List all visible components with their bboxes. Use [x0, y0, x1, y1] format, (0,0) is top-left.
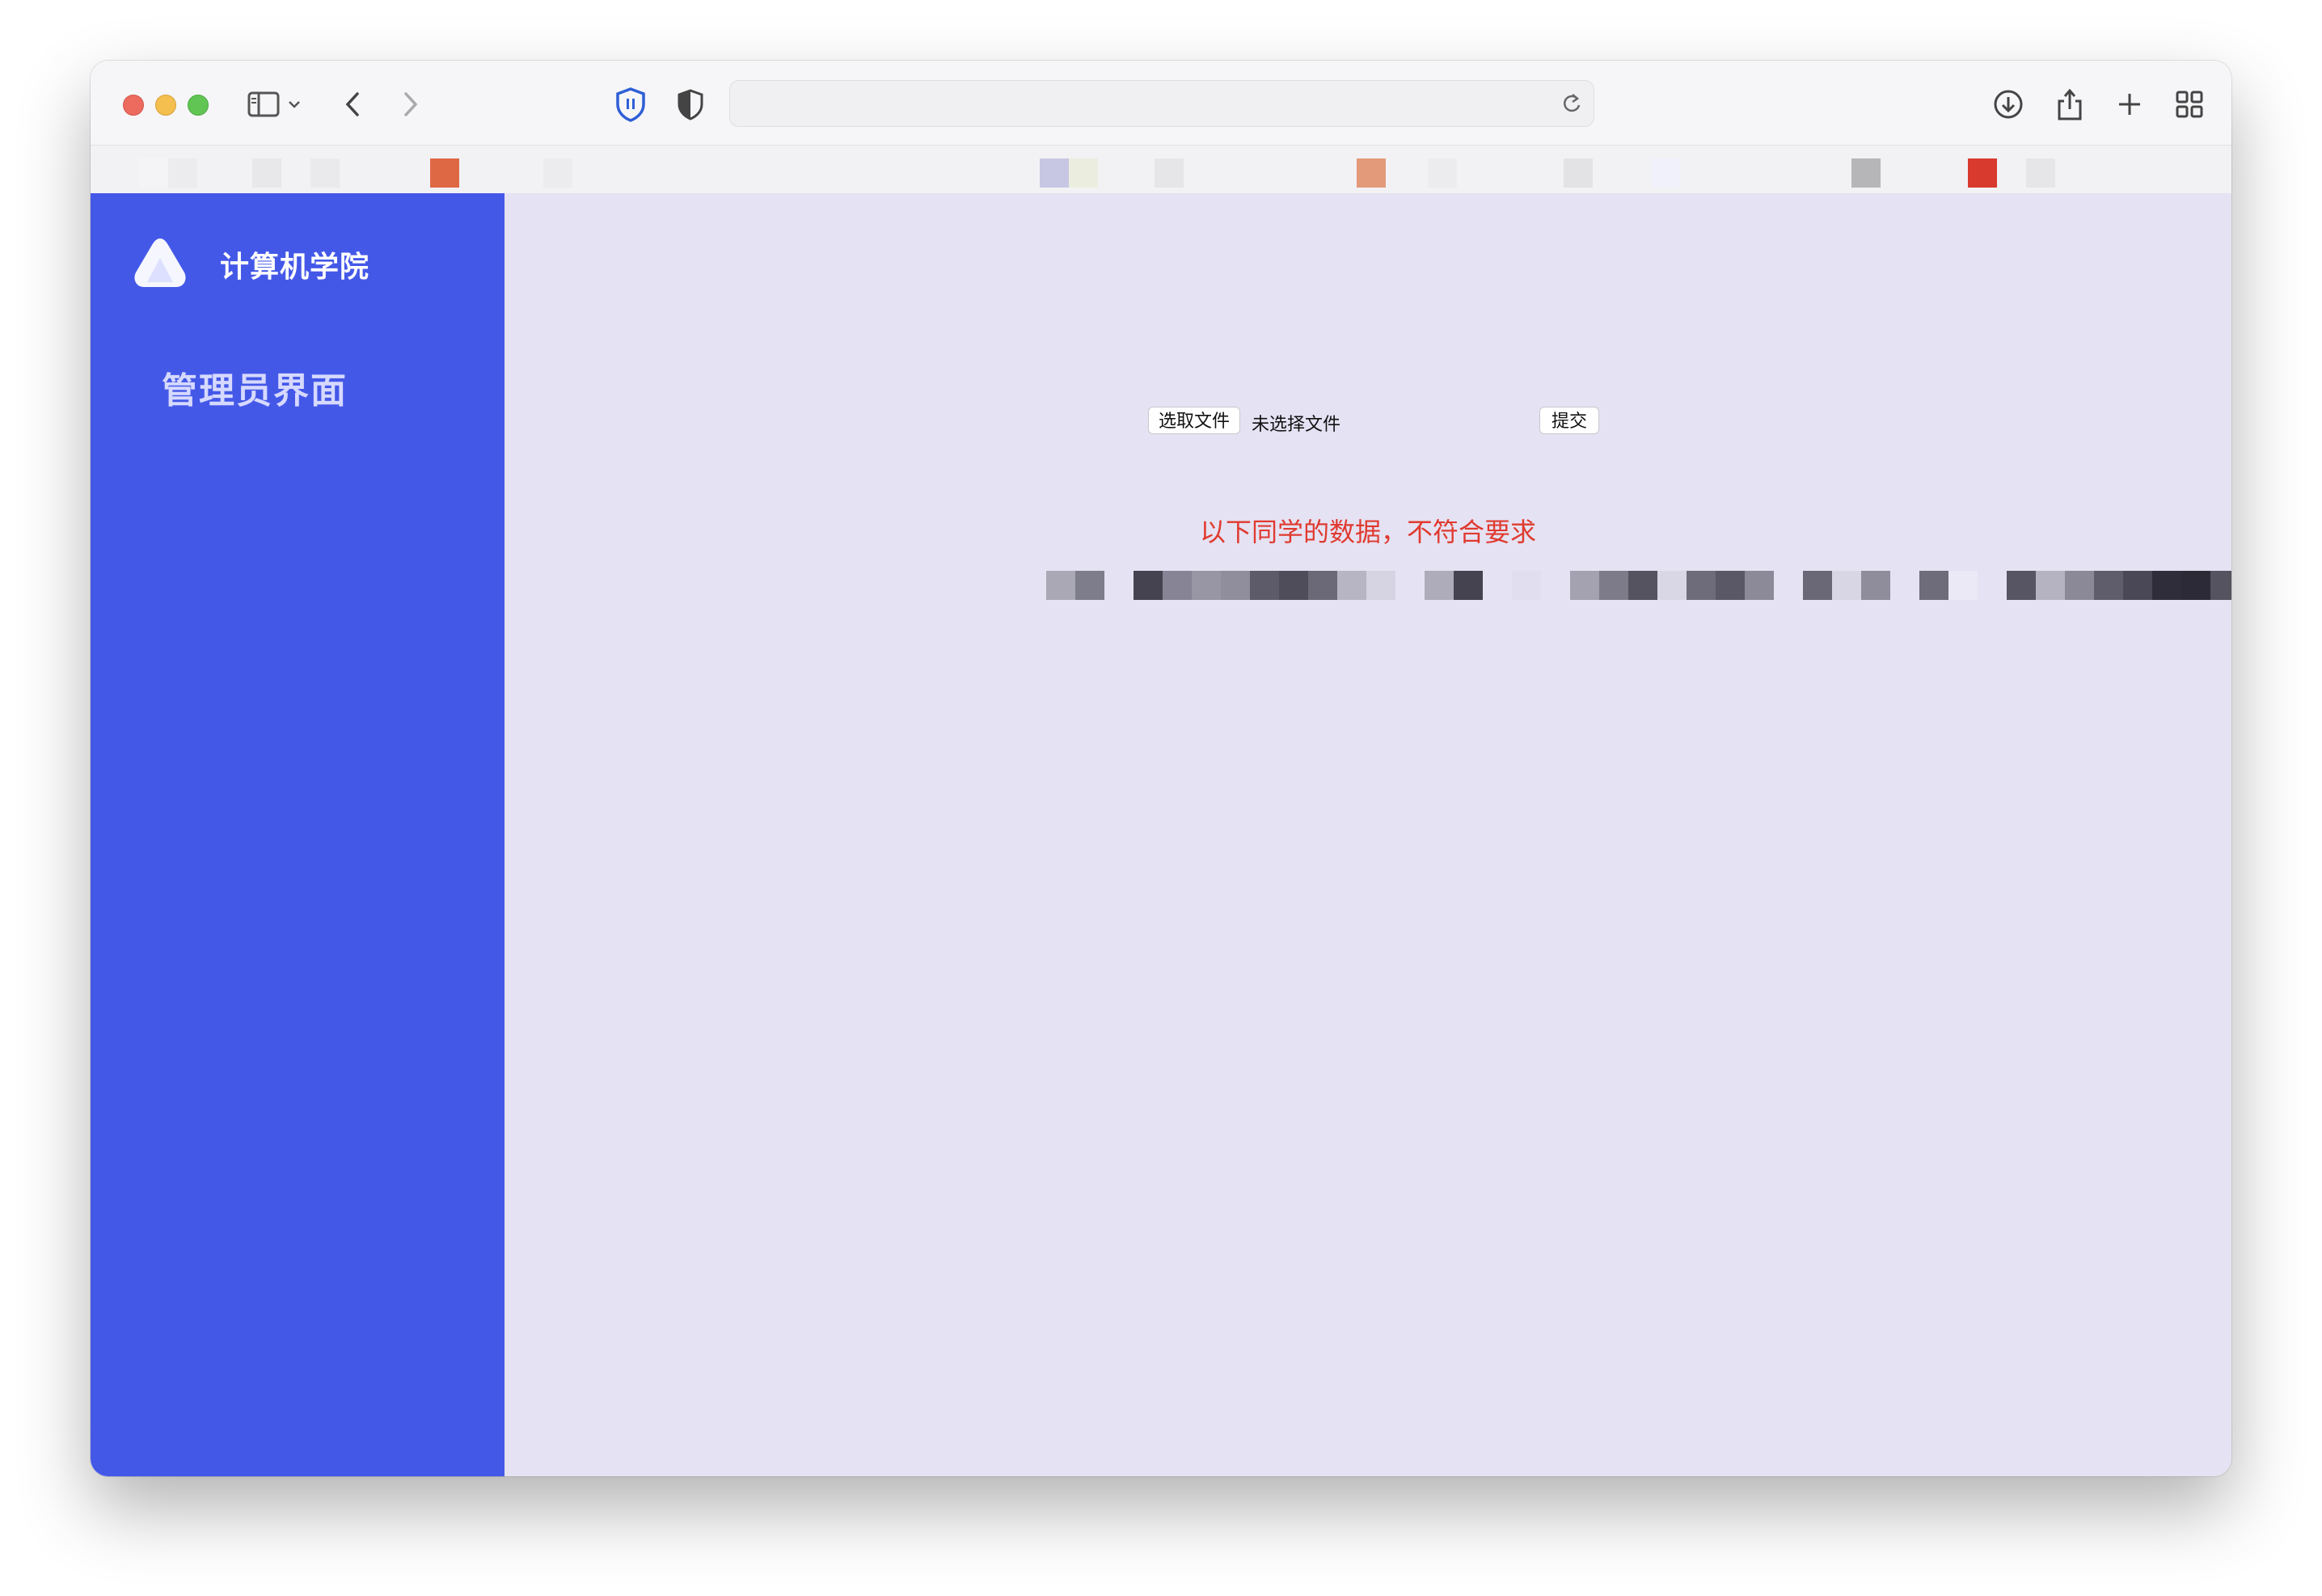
- blurred-tab: [1155, 158, 1184, 188]
- half-shield-icon[interactable]: [671, 85, 710, 124]
- invalid-data-warning: 以下同学的数据，不符合要求: [1199, 517, 1536, 547]
- privacy-shield-icon[interactable]: [611, 85, 650, 124]
- blurred-tab: [310, 158, 340, 188]
- address-bar[interactable]: [729, 80, 1594, 127]
- chevron-down-icon[interactable]: [283, 85, 306, 124]
- redacted-student-list: [1046, 571, 2231, 600]
- file-status-text: 未选择文件: [1252, 414, 1341, 434]
- sidebar-toggle-icon[interactable]: [244, 85, 283, 124]
- plus-icon[interactable]: [2110, 85, 2149, 124]
- blurred-tab: [1651, 158, 1680, 188]
- share-icon[interactable]: [2050, 85, 2089, 124]
- grid-icon[interactable]: [2170, 85, 2209, 124]
- submit-button[interactable]: 提交: [1539, 407, 1600, 434]
- blurred-tab: [1564, 158, 1593, 188]
- blurred-tab: [139, 158, 168, 188]
- browser-toolbar: [91, 61, 2231, 146]
- blurred-tab: [252, 158, 281, 188]
- forward-arrow-icon[interactable]: [391, 85, 430, 124]
- blurred-tab: [1851, 158, 1881, 188]
- blurred-tab: [1428, 158, 1457, 188]
- download-icon[interactable]: [1989, 85, 2028, 124]
- blurred-tab: [1040, 158, 1069, 188]
- blurred-tab: [1069, 158, 1098, 188]
- blurred-tab: [168, 158, 197, 188]
- choose-file-button[interactable]: 选取文件: [1148, 407, 1241, 434]
- close-window-button[interactable]: [123, 95, 144, 116]
- blurred-tab: [430, 158, 459, 188]
- tab-strip: [91, 146, 2231, 193]
- blurred-tab: [1968, 158, 1997, 188]
- sidebar: 计算机学院 管理员界面: [91, 193, 505, 1476]
- web-page: 计算机学院 管理员界面 选取文件 未选择文件 提交 以下同学的数据，不符合要求: [91, 193, 2231, 1476]
- reload-icon[interactable]: [1561, 92, 1582, 119]
- minimize-window-button[interactable]: [155, 95, 176, 116]
- browser-window: 计算机学院 管理员界面 选取文件 未选择文件 提交 以下同学的数据，不符合要求: [91, 61, 2231, 1476]
- main-content: 选取文件 未选择文件 提交 以下同学的数据，不符合要求: [505, 193, 2231, 1476]
- brand-name: 计算机学院: [220, 250, 370, 283]
- zoom-window-button[interactable]: [188, 95, 209, 116]
- blurred-tab: [1357, 158, 1386, 188]
- blurred-tab: [543, 158, 572, 188]
- back-arrow-icon[interactable]: [333, 85, 372, 124]
- college-logo-icon: [131, 235, 189, 290]
- admin-panel-title: 管理员界面: [162, 371, 348, 411]
- blurred-tab: [2026, 158, 2055, 188]
